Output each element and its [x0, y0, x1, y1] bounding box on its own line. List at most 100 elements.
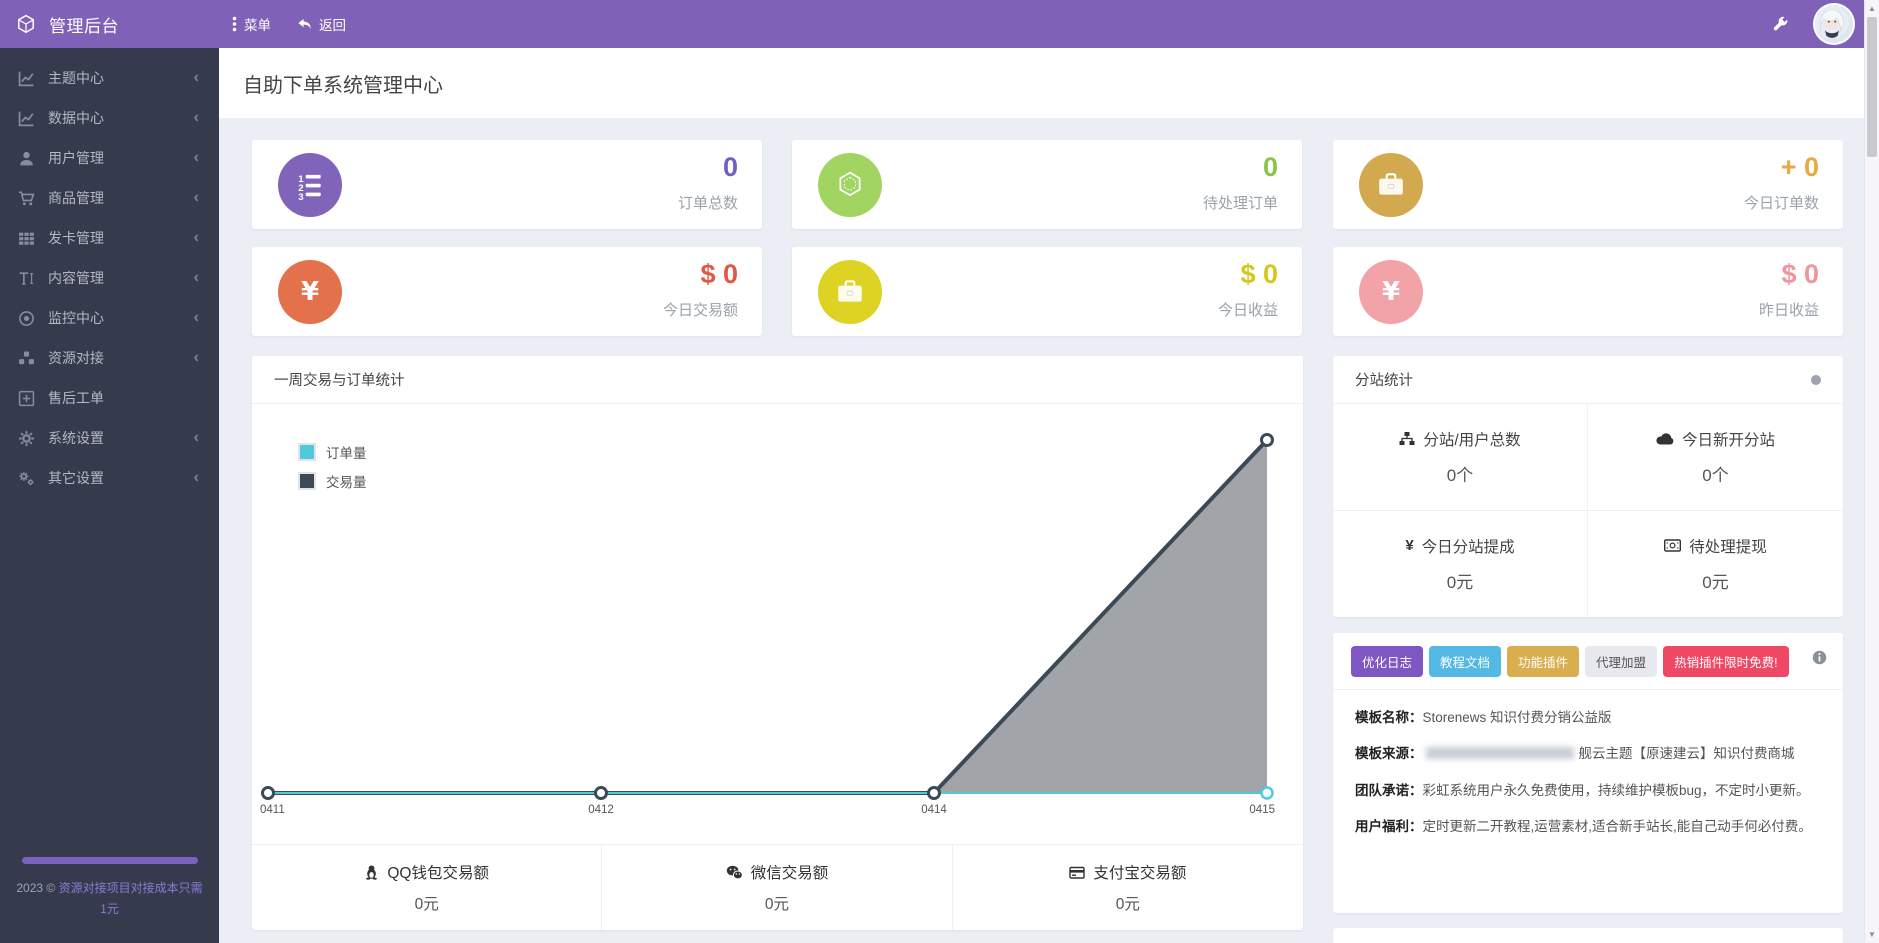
tab-agent[interactable]: 代理加盟: [1585, 646, 1657, 677]
chevron-left-icon: ‹: [194, 110, 199, 126]
cart-icon: [18, 190, 35, 207]
reply-arrow-icon: [297, 17, 312, 31]
stat-card-today-volume: ¥ $ 0 今日交易额: [252, 247, 762, 336]
stat-card-today-profit: $ 0 今日收益: [792, 247, 1302, 336]
alipay-total: 支付宝交易额 0元: [953, 845, 1303, 930]
svg-text:0412: 0412: [588, 804, 614, 816]
branch-cell-new-substations: 今日新开分站 0个: [1588, 404, 1843, 511]
stat-value: $ 0: [1781, 259, 1819, 290]
cloud-icon: [1656, 433, 1674, 445]
avatar[interactable]: [1813, 3, 1855, 45]
legend-item-orders[interactable]: 订单量: [298, 442, 367, 462]
brand-title: 管理后台: [49, 12, 119, 37]
bank-card-icon: [1069, 865, 1085, 880]
sidebar-item-product-management[interactable]: 商品管理 ‹: [0, 178, 219, 218]
footer-link[interactable]: 资源对接项目对接成本只需: [59, 881, 203, 895]
svg-text:0414: 0414: [921, 804, 947, 816]
yen-icon: ¥: [278, 260, 342, 324]
status-dot-icon: [1811, 375, 1821, 385]
chart-panel-title: 一周交易与订单统计: [252, 356, 1303, 404]
brand[interactable]: 管理后台: [16, 0, 119, 48]
chart-line-icon: [18, 70, 35, 87]
scroll-down-icon[interactable]: ▼: [1865, 930, 1879, 939]
stat-value: 0: [723, 152, 738, 183]
info-icon[interactable]: [1812, 650, 1827, 665]
sidebar-footer: 2023 © 资源对接项目对接成本只需 1元: [0, 857, 219, 921]
stat-card-pending-orders: 0 待处理订单: [792, 140, 1302, 229]
sidebar-item-theme-center[interactable]: 主题中心 ‹: [0, 58, 219, 98]
scrollbar-thumb[interactable]: [1867, 17, 1877, 157]
sidebar-item-data-center[interactable]: 数据中心 ‹: [0, 98, 219, 138]
menu-button[interactable]: 菜单: [232, 14, 271, 34]
list-ol-icon: 123: [278, 153, 342, 217]
branch-cell-total-substations: 分站/用户总数 0个: [1333, 404, 1588, 511]
scroll-up-icon[interactable]: ▲: [1865, 4, 1879, 13]
yen-icon: ¥: [1405, 537, 1413, 554]
copyright-year: 2023 ©: [16, 881, 55, 895]
tab-hot-plugins[interactable]: 热销插件限时免费!: [1663, 646, 1788, 677]
plus-square-icon: [18, 390, 35, 407]
sidebar-item-monitor-center[interactable]: 监控中心 ‹: [0, 298, 219, 338]
user-icon: [18, 150, 35, 167]
gears-icon: [18, 470, 35, 487]
briefcase-icon: [818, 260, 882, 324]
sidebar-divider: [22, 857, 198, 864]
chart-line-icon: [18, 110, 35, 127]
user-benefit-line: 用户福利：定时更新二开教程,运营素材,适合新手站长,能自己动手何必付费。: [1355, 816, 1821, 838]
sidebar-item-card-management[interactable]: 发卡管理 ‹: [0, 218, 219, 258]
back-button[interactable]: 返回: [297, 14, 346, 34]
gem-icon: [818, 153, 882, 217]
svg-text:0415: 0415: [1249, 804, 1275, 816]
chart-legend: 订单量 交易量: [298, 442, 367, 500]
chevron-left-icon: ‹: [194, 230, 199, 246]
tab-plugins[interactable]: 功能插件: [1507, 646, 1579, 677]
stat-label: 今日交易额: [663, 299, 738, 320]
qq-penguin-icon: [364, 864, 379, 880]
text-icon: [18, 270, 35, 287]
redacted-text: [1426, 747, 1574, 759]
qq-wallet-total: QQ钱包交易额 0元: [252, 845, 602, 930]
cube-logo-icon: [16, 14, 36, 34]
footer-link-line2[interactable]: 1元: [100, 902, 119, 916]
branch-cell-today-commission: ¥ 今日分站提成 0元: [1333, 511, 1588, 618]
stat-label: 订单总数: [678, 192, 738, 213]
sidebar-item-resource-docking[interactable]: 资源对接 ‹: [0, 338, 219, 378]
chevron-left-icon: ‹: [194, 190, 199, 206]
legend-swatch: [298, 472, 316, 490]
sidebar: 主题中心 ‹ 数据中心 ‹ 用户管理 ‹ 商品管理 ‹ 发卡管理 ‹ 内容管理 …: [0, 48, 219, 943]
stat-label: 待处理订单: [1203, 192, 1278, 213]
wrench-icon[interactable]: [1772, 16, 1789, 33]
briefcase-icon: [1359, 153, 1423, 217]
stat-value: $ 0: [700, 259, 738, 290]
svg-text:3: 3: [298, 192, 303, 200]
vertical-scrollbar[interactable]: ▲ ▼: [1864, 0, 1879, 943]
sidebar-item-other-settings[interactable]: 其它设置 ‹: [0, 458, 219, 498]
sitemap-icon: [1399, 431, 1415, 446]
chevron-left-icon: ‹: [194, 470, 199, 486]
stat-value: + 0: [1781, 152, 1819, 183]
team-promise-line: 团队承诺：彩虹系统用户永久免费使用，持续维护模板bug，不定时小更新。: [1355, 780, 1821, 802]
sidebar-item-user-management[interactable]: 用户管理 ‹: [0, 138, 219, 178]
gear-icon: [18, 430, 35, 447]
money-bill-icon: [1664, 539, 1681, 552]
chevron-left-icon: ‹: [194, 430, 199, 446]
stat-card-today-orders: + 0 今日订单数: [1333, 140, 1843, 229]
ellipsis-v-icon: [232, 16, 237, 32]
sidebar-item-system-settings[interactable]: 系统设置 ‹: [0, 418, 219, 458]
tab-changelog[interactable]: 优化日志: [1351, 646, 1423, 677]
svg-text:0411: 0411: [260, 804, 285, 816]
stat-card-total-orders: 123 0 订单总数: [252, 140, 762, 229]
tab-docs[interactable]: 教程文档: [1429, 646, 1501, 677]
chevron-left-icon: ‹: [194, 350, 199, 366]
stat-label: 昨日收益: [1759, 299, 1819, 320]
chevron-left-icon: ‹: [194, 270, 199, 286]
template-source-line: 模板来源：舰云主题【原速建云】知识付费商城: [1355, 743, 1821, 765]
sidebar-item-aftersale-ticket[interactable]: 售后工单: [0, 378, 219, 418]
topnav: 菜单 返回: [232, 0, 346, 48]
template-name-line: 模板名称：Storenews 知识付费分销公益版: [1355, 707, 1821, 729]
chevron-left-icon: ‹: [194, 70, 199, 86]
wechat-icon: [726, 865, 743, 880]
stat-value: 0: [1263, 152, 1278, 183]
sidebar-item-content-management[interactable]: 内容管理 ‹: [0, 258, 219, 298]
legend-item-volume[interactable]: 交易量: [298, 471, 367, 491]
